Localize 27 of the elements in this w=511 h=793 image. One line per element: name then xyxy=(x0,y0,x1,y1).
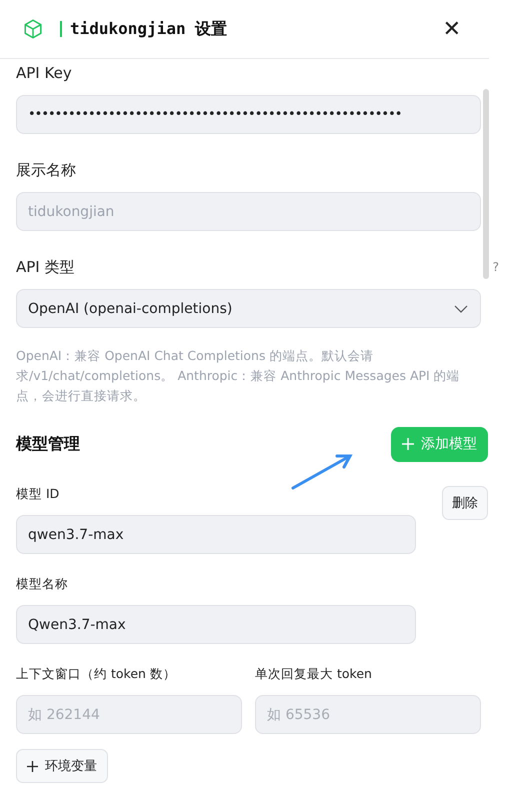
delete-button[interactable]: 删除 xyxy=(442,486,488,520)
help-text: OpenAI：兼容 OpenAI Chat Completions 的端点。默认会请求/v1/chat/completions。 Anthropic：兼容 Anthropic Messages API 的端点，会进行直接请求。 xyxy=(16,347,461,405)
section-title: 模型管理 xyxy=(16,434,80,454)
close-button[interactable]: ✕ xyxy=(442,16,461,42)
field-label: API 类型 xyxy=(16,258,74,276)
api-type-select[interactable]: OpenAI (openai-completions) xyxy=(16,289,481,328)
model-name-field[interactable]: Qwen3.7-max xyxy=(16,605,416,644)
field-label: API Key xyxy=(16,64,72,82)
plus-icon xyxy=(27,760,38,772)
plus-icon xyxy=(402,438,414,450)
help-icon[interactable]: ? xyxy=(492,260,499,274)
field-label: 模型 ID xyxy=(16,486,60,503)
field-label: 上下文窗口（约 token 数） xyxy=(16,666,177,683)
text-field[interactable]: •••••••••••••••••••••••••••••••••••••••••••••••••••••••• xyxy=(16,95,481,134)
field-label: 单次回复最大 token xyxy=(255,666,373,683)
text-field[interactable]: tidukongjian xyxy=(16,192,481,231)
cube-icon xyxy=(22,18,44,40)
field-label: 展示名称 xyxy=(16,160,76,180)
chevron-down-icon xyxy=(454,304,468,312)
max-tokens-field[interactable]: 如 65536 xyxy=(255,695,481,734)
field-label: 模型名称 xyxy=(16,576,69,593)
annotation-arrow xyxy=(290,452,354,492)
scrollbar[interactable] xyxy=(483,89,489,279)
dialog-title: tidukongjian 设置 xyxy=(70,18,228,40)
model-id-field[interactable]: qwen3.7-max xyxy=(16,515,416,554)
context-window-field[interactable]: 如 262144 xyxy=(16,695,242,734)
env-variable-button[interactable]: 环境变量 xyxy=(16,749,108,783)
